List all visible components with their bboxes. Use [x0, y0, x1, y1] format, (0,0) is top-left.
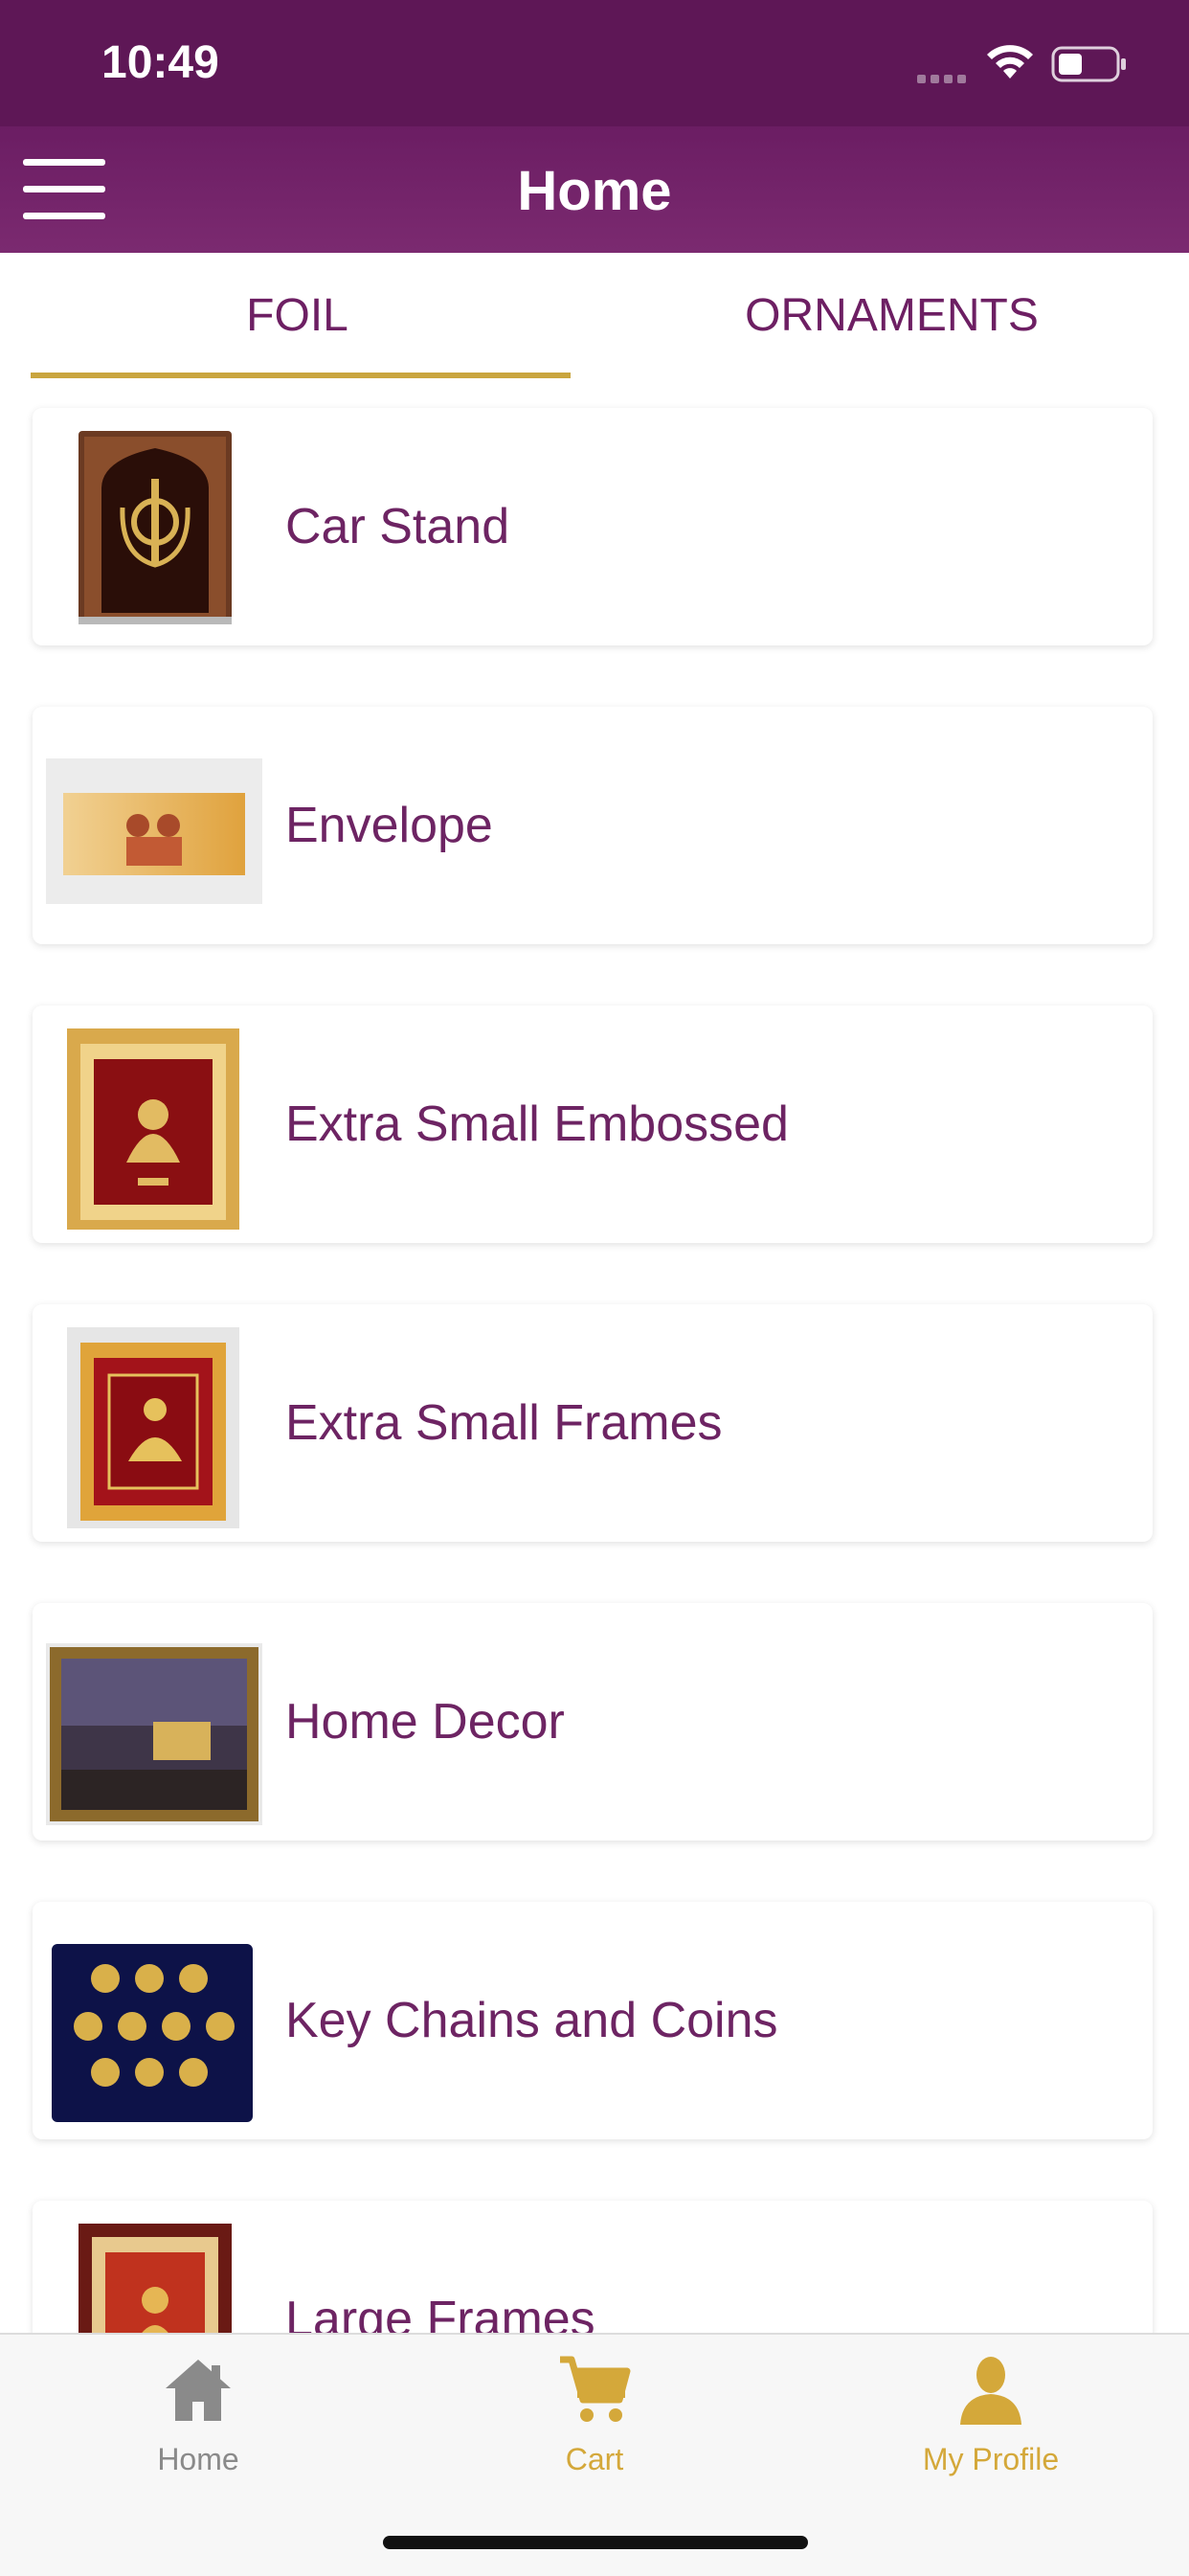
- bottom-tab-home[interactable]: Home: [0, 2335, 396, 2526]
- wifi-icon: [987, 45, 1033, 79]
- bottom-tab-label: Home: [157, 2442, 239, 2476]
- small-frame-thumbnail: [67, 1327, 239, 1528]
- house-icon: [166, 2360, 231, 2421]
- status-bar: 10:49: [0, 0, 1189, 126]
- bottom-tab-cart[interactable]: Cart: [396, 2335, 793, 2526]
- tab-ornaments[interactable]: ORNAMENTS: [594, 253, 1189, 379]
- tab-selected-indicator: [31, 373, 571, 378]
- list-item-label: Home Decor: [285, 1694, 565, 1750]
- cart-icon: [560, 2356, 631, 2422]
- embossed-frame-thumbnail: [67, 1028, 239, 1230]
- bottom-tab-label: Cart: [565, 2442, 624, 2476]
- person-icon: [960, 2357, 1021, 2425]
- tab-foil[interactable]: FOIL: [0, 253, 594, 379]
- list-item[interactable]: Envelope: [33, 707, 1153, 944]
- status-time: 10:49: [101, 37, 219, 88]
- list-item[interactable]: Extra Small Frames: [33, 1304, 1153, 1542]
- list-item[interactable]: Extra Small Embossed: [33, 1006, 1153, 1243]
- home-indicator[interactable]: [383, 2536, 808, 2549]
- list-item[interactable]: Home Decor: [33, 1603, 1153, 1841]
- bottom-tab-label: My Profile: [922, 2442, 1060, 2476]
- list-item-label: Extra Small Frames: [285, 1395, 723, 1451]
- page-title: Home: [517, 160, 672, 222]
- list-item-label: Extra Small Embossed: [285, 1096, 789, 1152]
- list-item-label: Car Stand: [285, 499, 510, 554]
- list-item-label: Key Chains and Coins: [285, 1993, 778, 2048]
- list-item-label: Envelope: [285, 798, 493, 853]
- car-stand-thumbnail: [79, 431, 232, 624]
- envelope-thumbnail: [46, 758, 262, 904]
- coins-thumbnail: [52, 1944, 253, 2122]
- list-item[interactable]: Car Stand: [33, 408, 1153, 645]
- home-decor-thumbnail: [46, 1643, 262, 1825]
- category-tabs: FOIL ORNAMENTS: [0, 253, 1189, 379]
- cellular-signal-icon: [917, 69, 975, 83]
- battery-icon: [1051, 46, 1126, 82]
- navigation-bar: Home: [0, 126, 1189, 253]
- bottom-tab-profile[interactable]: My Profile: [793, 2335, 1189, 2526]
- list-item[interactable]: Key Chains and Coins: [33, 1902, 1153, 2139]
